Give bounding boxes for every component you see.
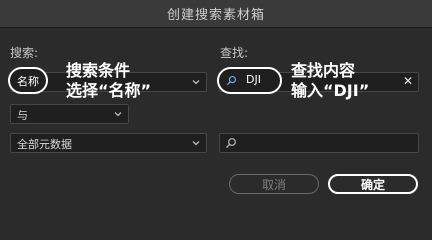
query-highlight: DJI	[217, 67, 282, 94]
chevron-down-icon	[192, 141, 200, 146]
second-query-field[interactable]	[219, 133, 419, 153]
window-title: 创建搜索素材箱	[166, 8, 265, 23]
chevron-down-icon	[114, 112, 122, 117]
connector-value: 与	[17, 109, 28, 122]
scope-value: 全部元数据	[17, 138, 72, 151]
search-label: 搜索:	[10, 46, 39, 60]
condition-highlight: 名称	[8, 67, 48, 94]
find-query-value: DJI	[246, 73, 261, 86]
search-icon	[226, 75, 237, 86]
annotation-left: 搜索条件 选择“名称”	[66, 61, 151, 101]
cancel-button[interactable]: 取消	[229, 174, 319, 194]
annotation-right-line2: 输入“DJI”	[291, 81, 370, 100]
scope-dropdown[interactable]: 全部元数据	[10, 133, 207, 153]
chevron-down-icon	[192, 80, 200, 85]
search-condition-value: 名称	[17, 75, 39, 88]
annotation-left-line2: 选择“名称”	[66, 81, 152, 100]
annotation-right-line1: 查找内容	[291, 61, 356, 80]
clear-icon[interactable]: ✕	[403, 74, 413, 88]
window-titlebar: 创建搜索素材箱	[0, 0, 432, 28]
find-label: 查找:	[220, 46, 249, 60]
ok-button[interactable]: 确定	[328, 174, 418, 194]
annotation-left-line1: 搜索条件	[66, 61, 131, 80]
search-icon	[226, 138, 236, 148]
annotation-right: 查找内容 输入“DJI”	[291, 61, 369, 101]
connector-dropdown[interactable]: 与	[10, 104, 129, 124]
